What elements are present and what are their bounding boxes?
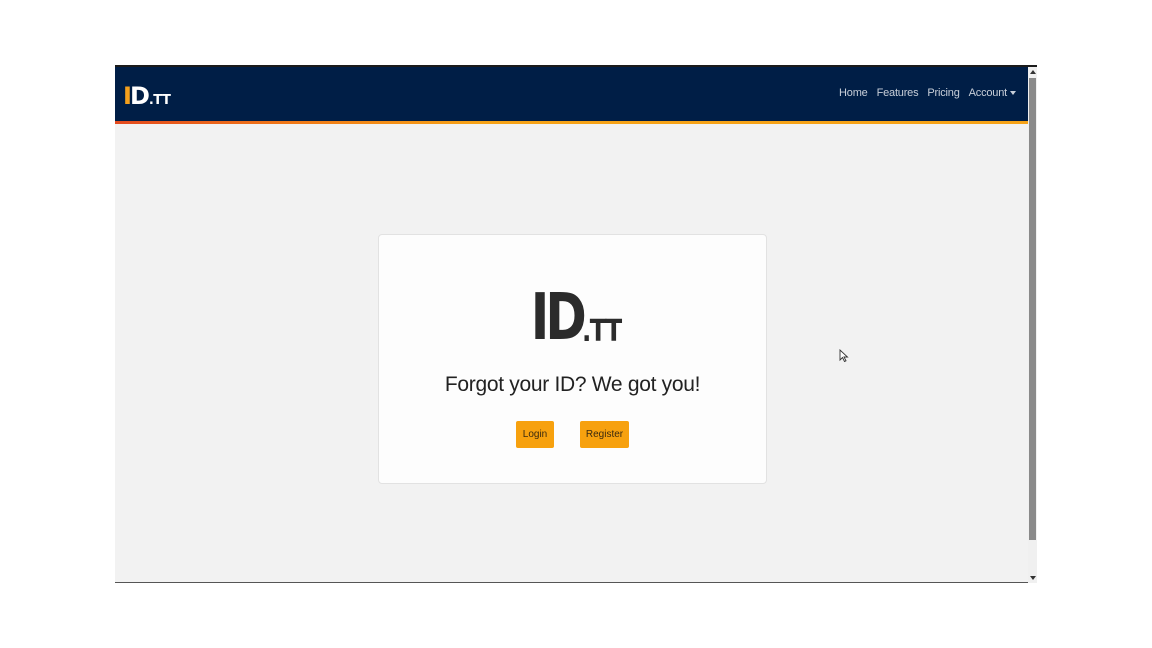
brand-logo-suffix: .TT	[148, 93, 171, 108]
brand-logo-id: ID	[123, 82, 150, 110]
navbar-accent-stripe	[115, 121, 1028, 124]
hero-logo-suffix: .TT	[582, 314, 622, 349]
scroll-up-arrow-icon[interactable]	[1028, 67, 1037, 77]
nav-link-pricing[interactable]: Pricing	[927, 87, 959, 99]
login-button[interactable]: Login	[516, 421, 554, 448]
nav-link-features[interactable]: Features	[877, 87, 919, 99]
hero-card: ID .TT Forgot your ID? We got you! Login…	[378, 234, 767, 484]
brand-logo[interactable]: ID .TT	[123, 82, 171, 110]
register-button[interactable]: Register	[580, 421, 629, 448]
hero-logo: ID .TT	[379, 281, 766, 355]
hero-tagline: Forgot your ID? We got you!	[444, 373, 701, 396]
nav-links: Home Features Pricing Account	[839, 87, 1016, 99]
window-bottom-edge	[115, 582, 1028, 583]
vertical-scrollbar[interactable]	[1028, 67, 1037, 583]
caret-down-icon	[1010, 91, 1016, 95]
hero-actions: Login Register	[379, 421, 766, 448]
navbar: ID .TT Home Features Pricing Account	[115, 67, 1028, 121]
nav-link-account-label: Account	[968, 87, 1008, 99]
nav-link-home[interactable]: Home	[839, 87, 868, 99]
hero-logo-id: ID	[530, 281, 586, 355]
mouse-pointer-icon	[839, 349, 849, 363]
nav-link-account[interactable]: Account	[969, 87, 1016, 99]
scrollbar-thumb[interactable]	[1029, 78, 1036, 540]
scroll-down-arrow-icon[interactable]	[1028, 573, 1037, 583]
browser-viewport: ID .TT Home Features Pricing Account ID …	[115, 65, 1037, 583]
